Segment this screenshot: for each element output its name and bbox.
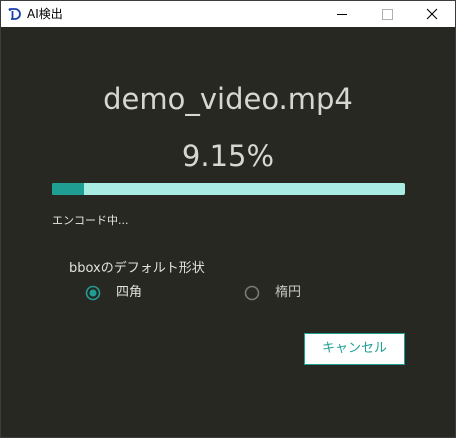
radio-square-label: 四角 — [116, 285, 143, 300]
progress-percent: 9.15% — [181, 139, 275, 173]
title-bar[interactable]: AI検出 — [1, 1, 455, 27]
cancel-button[interactable]: キャンセル — [304, 333, 405, 365]
window-title: AI検出 — [27, 7, 63, 21]
progress-bar-fill — [52, 183, 84, 195]
maximize-button[interactable] — [365, 1, 411, 27]
radio-ellipse-label: 楕円 — [275, 285, 302, 300]
radio-ellipse[interactable]: 楕円 — [244, 283, 364, 303]
app-logo-icon — [7, 6, 23, 22]
maximize-icon — [382, 9, 393, 20]
status-text: エンコード中... — [52, 214, 129, 227]
radio-selected-icon[interactable] — [85, 285, 101, 301]
radio-unselected-icon[interactable] — [244, 285, 260, 301]
minimize-icon — [337, 14, 347, 15]
close-icon — [426, 8, 438, 20]
close-button[interactable] — [409, 1, 455, 27]
file-name: demo_video.mp4 — [103, 82, 353, 116]
bbox-shape-label: bboxのデフォルト形状 — [69, 261, 205, 276]
radio-square[interactable]: 四角 — [85, 283, 205, 303]
minimize-button[interactable] — [319, 1, 365, 27]
app-window: AI検出 demo_video.mp4 9.15% エンコード中... bbox… — [0, 0, 456, 438]
progress-bar — [52, 183, 405, 195]
